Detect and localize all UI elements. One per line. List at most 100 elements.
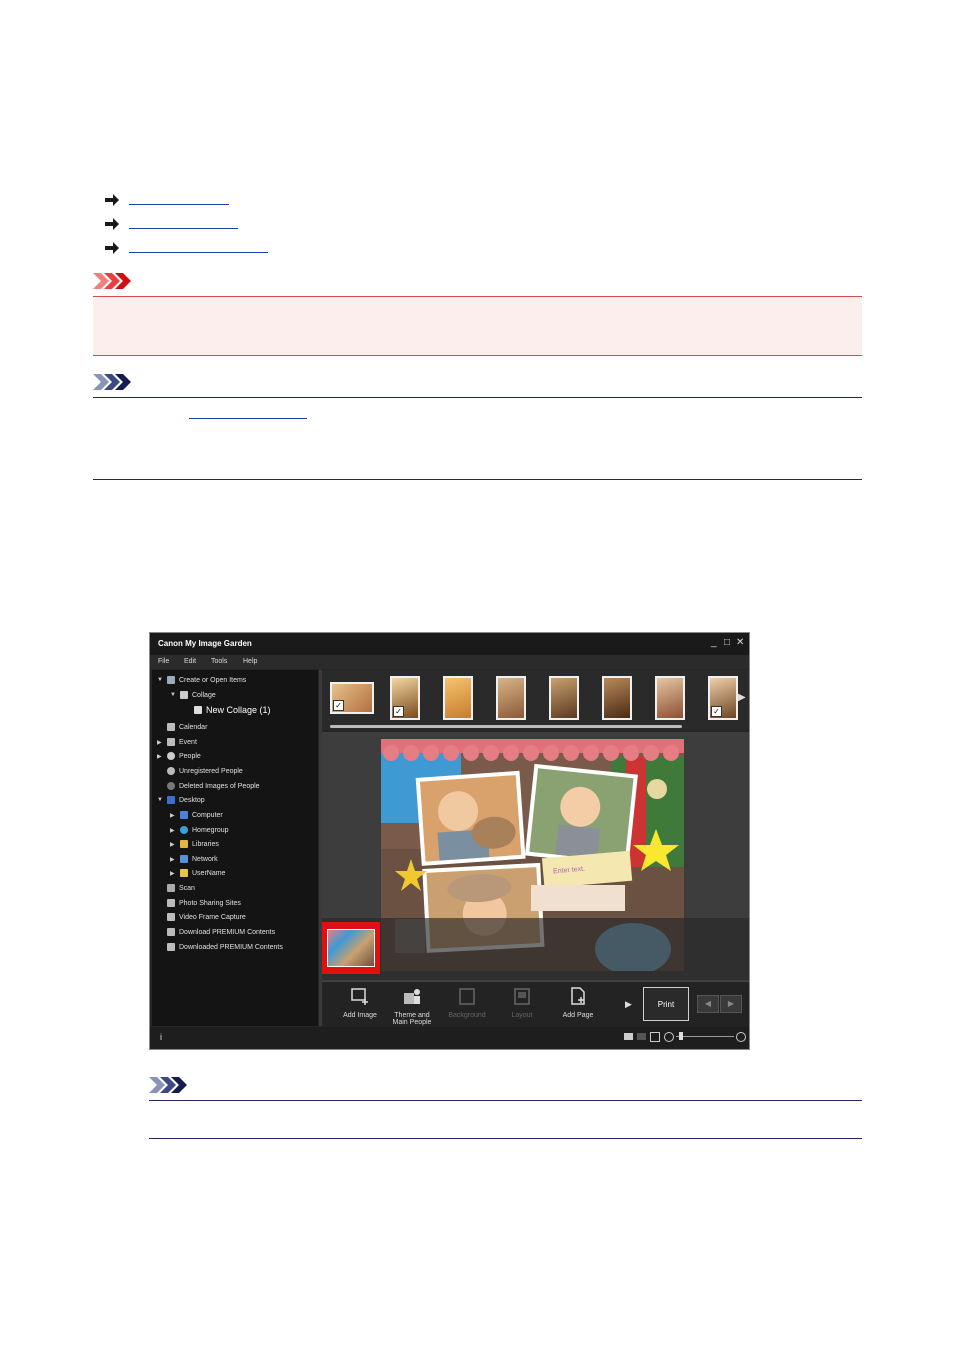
- collapsed-triangle-icon[interactable]: ▶: [170, 856, 177, 863]
- tree-item-calendar[interactable]: Calendar: [167, 721, 207, 733]
- tree-label: Computer: [192, 811, 223, 819]
- layout-icon: [514, 988, 530, 1005]
- tree-item-unregistered-people[interactable]: Unregistered People: [167, 765, 243, 777]
- link-underline[interactable]: [129, 251, 268, 253]
- next-page-icon[interactable]: ▶: [720, 995, 742, 1013]
- filmstrip-scrollbar[interactable]: [330, 725, 682, 728]
- menu-edit[interactable]: Edit: [184, 658, 196, 665]
- close-icon[interactable]: ✕: [736, 638, 744, 648]
- fit-to-window-icon[interactable]: [650, 1032, 660, 1042]
- photo-thumbnail[interactable]: [602, 676, 632, 720]
- checkbox-icon[interactable]: ✓: [393, 706, 404, 717]
- photo-thumbnail[interactable]: [496, 676, 526, 720]
- collapsed-triangle-icon[interactable]: ▶: [170, 870, 177, 877]
- user-folder-icon: [180, 869, 188, 877]
- checkbox-icon[interactable]: ✓: [711, 706, 722, 717]
- selected-page-frame[interactable]: [322, 922, 380, 974]
- add-page-icon: [571, 987, 585, 1005]
- arrow-right-icon: [105, 194, 119, 206]
- tree-item-event[interactable]: ▶ Event: [157, 736, 197, 748]
- link-item[interactable]: [104, 238, 268, 258]
- previous-page-icon[interactable]: ◀: [697, 995, 719, 1013]
- tree-label: Downloaded PREMIUM Contents: [179, 943, 283, 951]
- edit-toolbar: Add Image Theme and Main People Backgrou…: [322, 981, 749, 1027]
- link-item[interactable]: [104, 214, 238, 234]
- collapsed-triangle-icon[interactable]: ▶: [170, 841, 177, 848]
- view-mode-icon[interactable]: [624, 1033, 633, 1040]
- tree-item-deleted-images-of-people[interactable]: Deleted Images of People: [167, 780, 260, 792]
- expanded-triangle-icon[interactable]: ▼: [157, 797, 164, 803]
- expand-right-icon[interactable]: ▶: [625, 999, 632, 1010]
- tree-item-photo-sharing-sites[interactable]: Photo Sharing Sites: [167, 897, 241, 909]
- photo-thumbnail[interactable]: ✓: [390, 676, 420, 720]
- maximize-icon[interactable]: □: [724, 638, 730, 648]
- downloaded-premium-icon: [167, 943, 175, 951]
- important-box: [93, 296, 862, 356]
- background-label: Background: [448, 1012, 486, 1019]
- collapsed-triangle-icon[interactable]: ▶: [170, 827, 177, 834]
- photo-thumbnail[interactable]: [655, 676, 685, 720]
- theme-people-icon: [404, 989, 420, 1004]
- collapsed-triangle-icon[interactable]: ▶: [157, 753, 164, 760]
- unregistered-people-icon: [167, 767, 175, 775]
- libraries-icon: [180, 840, 188, 848]
- note-link-underline[interactable]: [189, 418, 307, 419]
- tree-item-homegroup[interactable]: ▶ Homegroup: [170, 824, 229, 836]
- computer-icon: [180, 811, 188, 819]
- scan-icon: [167, 884, 175, 892]
- page-thumbnail-strip: [322, 918, 749, 980]
- tree-item-network[interactable]: ▶ Network: [170, 853, 218, 865]
- zoom-slider[interactable]: [676, 1036, 734, 1037]
- checkbox-icon[interactable]: ✓: [333, 700, 344, 711]
- link-item[interactable]: [104, 190, 229, 210]
- layout-label: Layout: [511, 1012, 533, 1019]
- add-page-label: Add Page: [562, 1012, 594, 1019]
- add-page-button[interactable]: Add Page: [554, 986, 602, 1019]
- link-underline[interactable]: [129, 227, 238, 229]
- tree-item-downloaded-premium-contents[interactable]: Downloaded PREMIUM Contents: [167, 941, 283, 953]
- app-title: Canon My Image Garden: [158, 639, 252, 648]
- page-thumbnail[interactable]: [327, 929, 375, 967]
- menu-help[interactable]: Help: [243, 658, 257, 665]
- photo-thumbnail[interactable]: [443, 676, 473, 720]
- add-image-button[interactable]: Add Image: [336, 986, 384, 1019]
- minimize-icon[interactable]: _: [711, 638, 717, 648]
- tree-item-create-or-open-items[interactable]: ▼ Create or Open Items: [157, 674, 246, 686]
- zoom-out-icon[interactable]: [664, 1032, 674, 1042]
- zoom-in-icon[interactable]: [736, 1032, 746, 1042]
- tree-item-collage[interactable]: ▼ Collage: [170, 689, 216, 701]
- photo-thumbnail[interactable]: [549, 676, 579, 720]
- title-bar: Canon My Image Garden _ □ ✕: [150, 633, 749, 655]
- info-icon[interactable]: i: [160, 1032, 162, 1042]
- expanded-triangle-icon[interactable]: ▼: [170, 692, 177, 698]
- tree-item-scan[interactable]: Scan: [167, 882, 195, 894]
- tree-item-username[interactable]: ▶ UserName: [170, 867, 225, 879]
- view-mode-alt-icon[interactable]: [637, 1033, 646, 1040]
- link-underline[interactable]: [129, 203, 229, 205]
- photo-thumbnail[interactable]: ✓: [708, 676, 738, 720]
- collapsed-triangle-icon[interactable]: ▶: [170, 812, 177, 819]
- zoom-slider-handle[interactable]: [679, 1032, 683, 1040]
- tree-item-desktop[interactable]: ▼ Desktop: [157, 794, 205, 806]
- deleted-people-icon: [167, 782, 175, 790]
- tree-item-people[interactable]: ▶ People: [157, 750, 201, 762]
- tree-label: Network: [192, 855, 218, 863]
- expanded-triangle-icon[interactable]: ▼: [157, 677, 164, 683]
- tree-label: Desktop: [179, 796, 205, 804]
- print-button[interactable]: Print: [643, 987, 689, 1021]
- theme-label-line1: Theme and: [394, 1012, 430, 1019]
- theme-and-main-people-button[interactable]: Theme and Main People: [388, 986, 436, 1026]
- collapsed-triangle-icon[interactable]: ▶: [157, 739, 164, 746]
- background-button[interactable]: Background: [443, 986, 491, 1019]
- tree-item-new-collage[interactable]: New Collage (1): [194, 704, 271, 716]
- scroll-right-icon[interactable]: ▶: [738, 692, 746, 703]
- menu-file[interactable]: File: [158, 658, 169, 665]
- desktop-icon: [167, 796, 175, 804]
- layout-button[interactable]: Layout: [498, 986, 546, 1019]
- tree-item-download-premium-contents[interactable]: Download PREMIUM Contents: [167, 926, 275, 938]
- photo-thumbnail[interactable]: ✓: [330, 682, 374, 714]
- tree-item-libraries[interactable]: ▶ Libraries: [170, 838, 219, 850]
- tree-item-computer[interactable]: ▶ Computer: [170, 809, 223, 821]
- tree-item-video-frame-capture[interactable]: Video Frame Capture: [167, 911, 246, 923]
- menu-tools[interactable]: Tools: [211, 658, 227, 665]
